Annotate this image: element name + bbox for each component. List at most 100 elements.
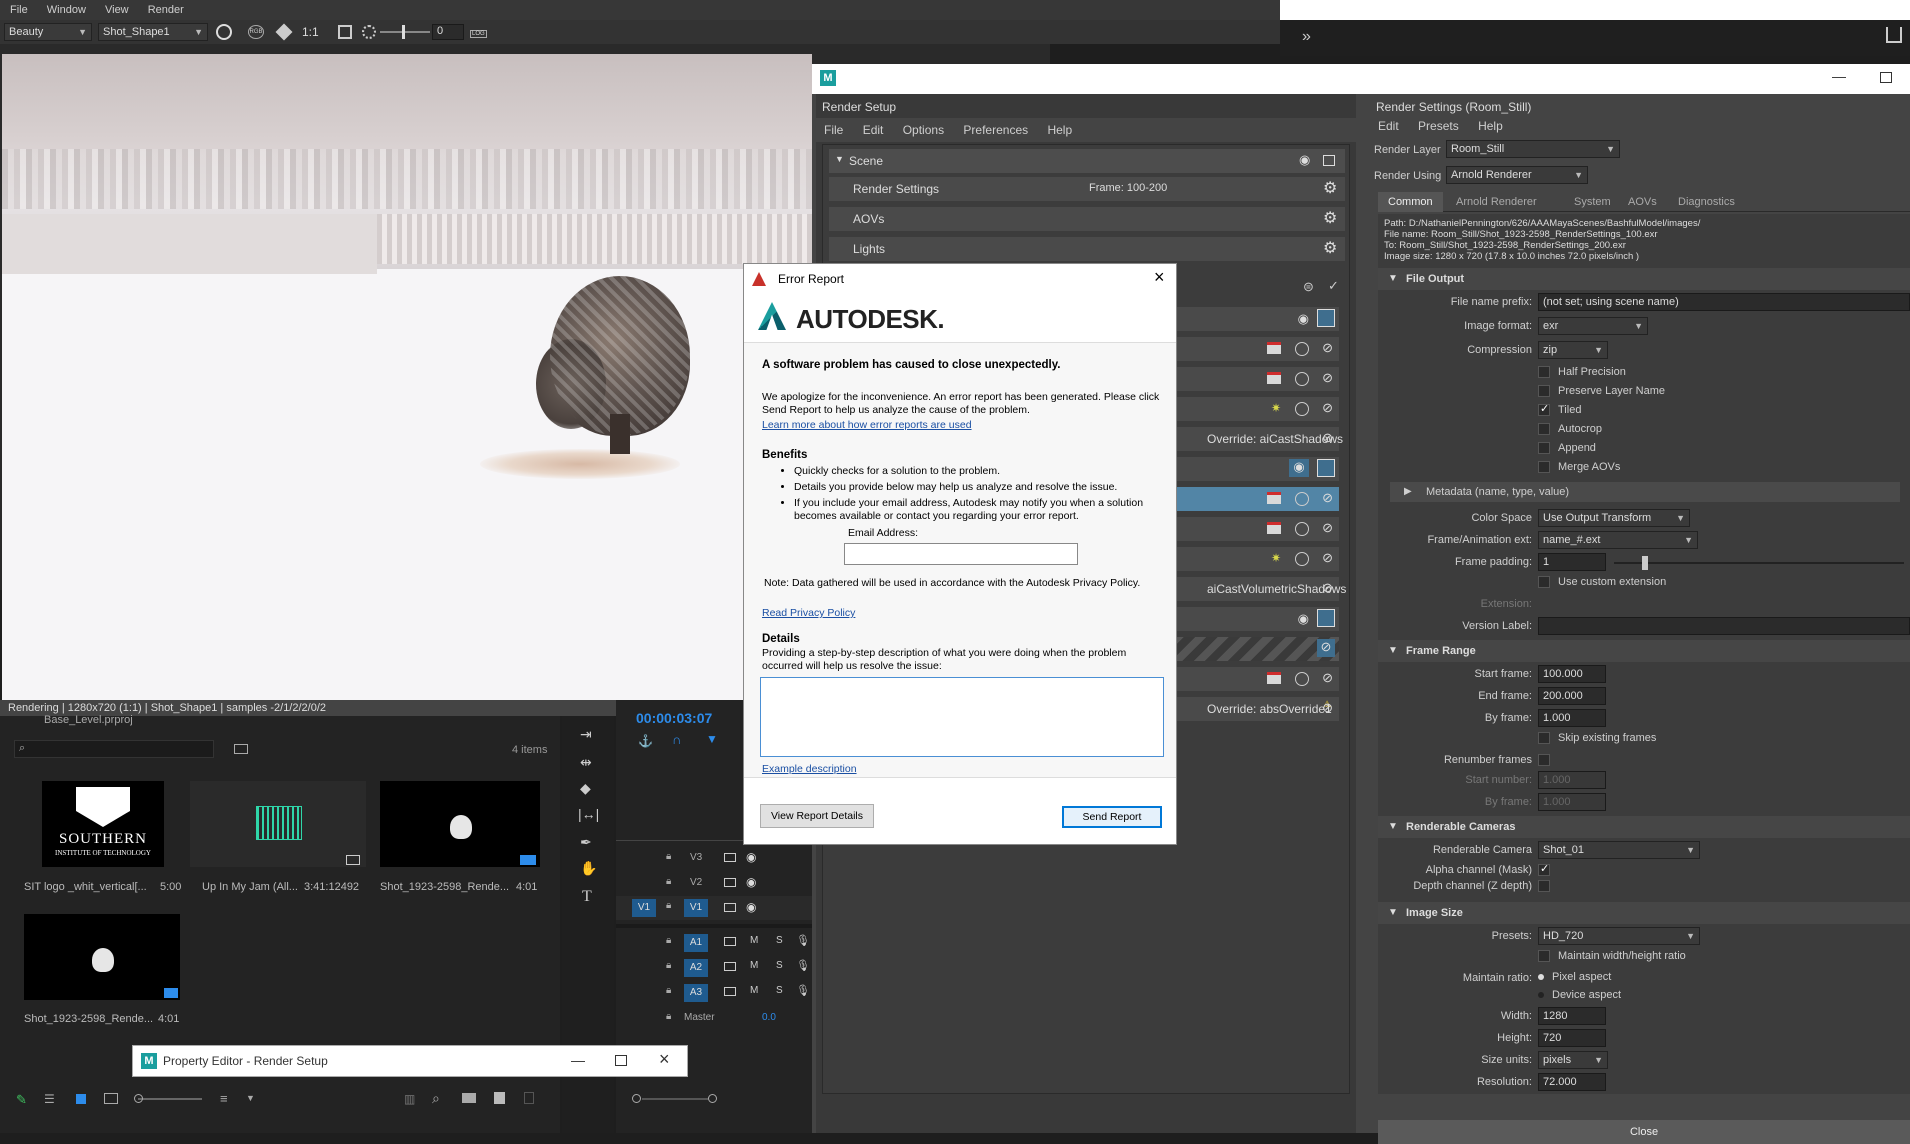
disable-icon[interactable]: ⊘: [1317, 639, 1335, 657]
checkbox-icon[interactable]: [1538, 461, 1550, 474]
crop-icon[interactable]: [338, 25, 352, 39]
tab-arnold-renderer[interactable]: Arnold Renderer: [1446, 192, 1547, 212]
zoom-slider[interactable]: [138, 1098, 202, 1100]
source-patch-v1[interactable]: V1: [632, 899, 656, 917]
mute-button[interactable]: M: [750, 985, 758, 996]
film-icon[interactable]: [724, 853, 736, 862]
isolate-icon[interactable]: [1295, 342, 1309, 356]
menu-help[interactable]: Help: [1470, 116, 1511, 136]
maximize-button[interactable]: [1880, 72, 1892, 83]
isolate-icon[interactable]: [1295, 522, 1309, 536]
project-item-thumb-4[interactable]: [24, 914, 180, 1000]
link-icon[interactable]: ∩: [672, 732, 681, 747]
eye-icon[interactable]: ◉: [746, 875, 756, 889]
checkbox-preserve-layer-name[interactable]: Preserve Layer Name: [1538, 385, 1665, 398]
tab-system[interactable]: System: [1564, 192, 1621, 212]
eye-icon[interactable]: ◉: [1289, 459, 1309, 477]
camera-dropdown[interactable]: Shot_Shape1 ▼: [98, 23, 208, 41]
metadata-row[interactable]: ▶ Metadata (name, type, value): [1390, 482, 1900, 502]
render-refresh-icon[interactable]: [216, 24, 232, 40]
minimize-button[interactable]: —: [571, 1052, 585, 1068]
chevron-down-icon[interactable]: ▼: [246, 1093, 255, 1103]
eye-icon[interactable]: ◉: [1298, 311, 1309, 327]
menu-options[interactable]: Options: [895, 118, 952, 142]
tab-common[interactable]: Common: [1378, 192, 1443, 212]
disable-icon[interactable]: ⊘: [1322, 670, 1333, 686]
close-icon[interactable]: ×: [1154, 267, 1165, 288]
frame-padding-slider-handle[interactable]: [1642, 556, 1648, 570]
exposure-slider[interactable]: [380, 31, 430, 33]
track-label-v1[interactable]: V1: [684, 899, 708, 917]
color-space-dropdown[interactable]: Use Output Transform ▼: [1538, 509, 1690, 527]
eye-icon[interactable]: ◉: [1299, 152, 1310, 168]
lock-icon[interactable]: 🔒︎: [666, 851, 671, 862]
project-search-input[interactable]: ⌕: [14, 740, 214, 758]
tab-diagnostics[interactable]: Diagnostics: [1668, 192, 1745, 212]
gear-icon[interactable]: ⚙: [1323, 208, 1337, 228]
mute-button[interactable]: M: [750, 960, 758, 971]
isolate-icon[interactable]: [1295, 372, 1309, 386]
lock-icon[interactable]: 🔒︎: [666, 900, 671, 911]
menu-presets[interactable]: Presets: [1410, 116, 1467, 136]
disable-icon[interactable]: ⊘: [1322, 700, 1333, 716]
microphone-icon[interactable]: 🎙︎: [796, 934, 810, 947]
hand-icon[interactable]: ✋: [580, 860, 597, 877]
zoom-slider-handle[interactable]: [134, 1094, 143, 1103]
frame-padding-slider[interactable]: [1614, 562, 1904, 564]
presets-dropdown[interactable]: HD_720 ▼: [1538, 927, 1700, 945]
film-icon[interactable]: [724, 987, 736, 996]
film-icon[interactable]: [724, 937, 736, 946]
expand-icon[interactable]: »: [1302, 28, 1311, 46]
solo-button[interactable]: S: [776, 935, 783, 946]
checkbox-maintain-wh[interactable]: Maintain width/height ratio: [1538, 950, 1686, 963]
aovs-row[interactable]: AOVs ⚙: [829, 207, 1345, 231]
frame-padding-field[interactable]: 1: [1538, 553, 1606, 571]
icon-view-icon[interactable]: [76, 1094, 86, 1104]
compression-dropdown[interactable]: zip ▼: [1538, 341, 1608, 359]
lights-row[interactable]: Lights ⚙: [829, 237, 1345, 261]
example-description-link[interactable]: Example description: [762, 763, 857, 775]
exposure-slider-handle[interactable]: [402, 25, 405, 39]
checkbox-custom-extension[interactable]: Use custom extension: [1538, 576, 1666, 589]
device-aspect-radio[interactable]: Device aspect: [1538, 989, 1621, 1001]
isolate-icon[interactable]: [1295, 672, 1309, 686]
disable-icon[interactable]: ⊘: [1322, 520, 1333, 536]
ratio-button[interactable]: 1:1: [302, 25, 319, 39]
menu-help[interactable]: Help: [1039, 118, 1080, 142]
microphone-icon[interactable]: 🎙︎: [796, 984, 810, 997]
close-button[interactable]: ×: [659, 1049, 670, 1070]
disable-icon[interactable]: ⊘: [1322, 490, 1333, 506]
details-textarea[interactable]: [760, 677, 1164, 757]
scene-row[interactable]: ▼ Scene ◉: [829, 149, 1345, 173]
checkbox-icon[interactable]: [1538, 576, 1550, 589]
lock-icon[interactable]: 🔒︎: [666, 1011, 671, 1022]
alpha-channel-checkbox[interactable]: [1538, 862, 1550, 877]
checkbox-icon[interactable]: [1538, 732, 1550, 745]
menu-view[interactable]: View: [97, 0, 137, 20]
checkbox-icon[interactable]: [1538, 385, 1550, 398]
email-input[interactable]: [844, 543, 1078, 565]
image-size-header[interactable]: ▼ Image Size: [1378, 902, 1910, 924]
checkbox-icon[interactable]: [1538, 442, 1550, 455]
isolate-icon[interactable]: [1295, 552, 1309, 566]
eye-icon[interactable]: ◉: [1298, 611, 1309, 627]
render-settings-row[interactable]: Render Settings Frame: 100-200 ⚙: [829, 177, 1345, 201]
close-button[interactable]: Close: [1378, 1120, 1910, 1144]
checkbox-icon[interactable]: [1538, 366, 1550, 379]
maximize-button[interactable]: [615, 1055, 627, 1066]
zoom-handle-right[interactable]: [708, 1094, 717, 1103]
find-icon[interactable]: ⌕: [432, 1090, 440, 1107]
render-layer-icon[interactable]: [1317, 609, 1335, 627]
mute-button[interactable]: M: [750, 935, 758, 946]
render-layer-dropdown[interactable]: Room_Still ▼: [1446, 140, 1620, 158]
disable-icon[interactable]: ⊘: [1322, 340, 1333, 356]
image-format-dropdown[interactable]: exr ▼: [1538, 317, 1648, 335]
new-bin-icon[interactable]: [234, 744, 248, 754]
renderable-cameras-header[interactable]: ▼ Renderable Cameras: [1378, 816, 1910, 838]
menu-render[interactable]: Render: [140, 0, 192, 20]
pixel-aspect-radio[interactable]: Pixel aspect: [1538, 971, 1611, 983]
region-icon[interactable]: [275, 23, 293, 41]
checkbox-autocrop[interactable]: Autocrop: [1538, 423, 1602, 436]
film-icon[interactable]: [724, 903, 736, 912]
disable-icon[interactable]: ⊘: [1322, 400, 1333, 416]
